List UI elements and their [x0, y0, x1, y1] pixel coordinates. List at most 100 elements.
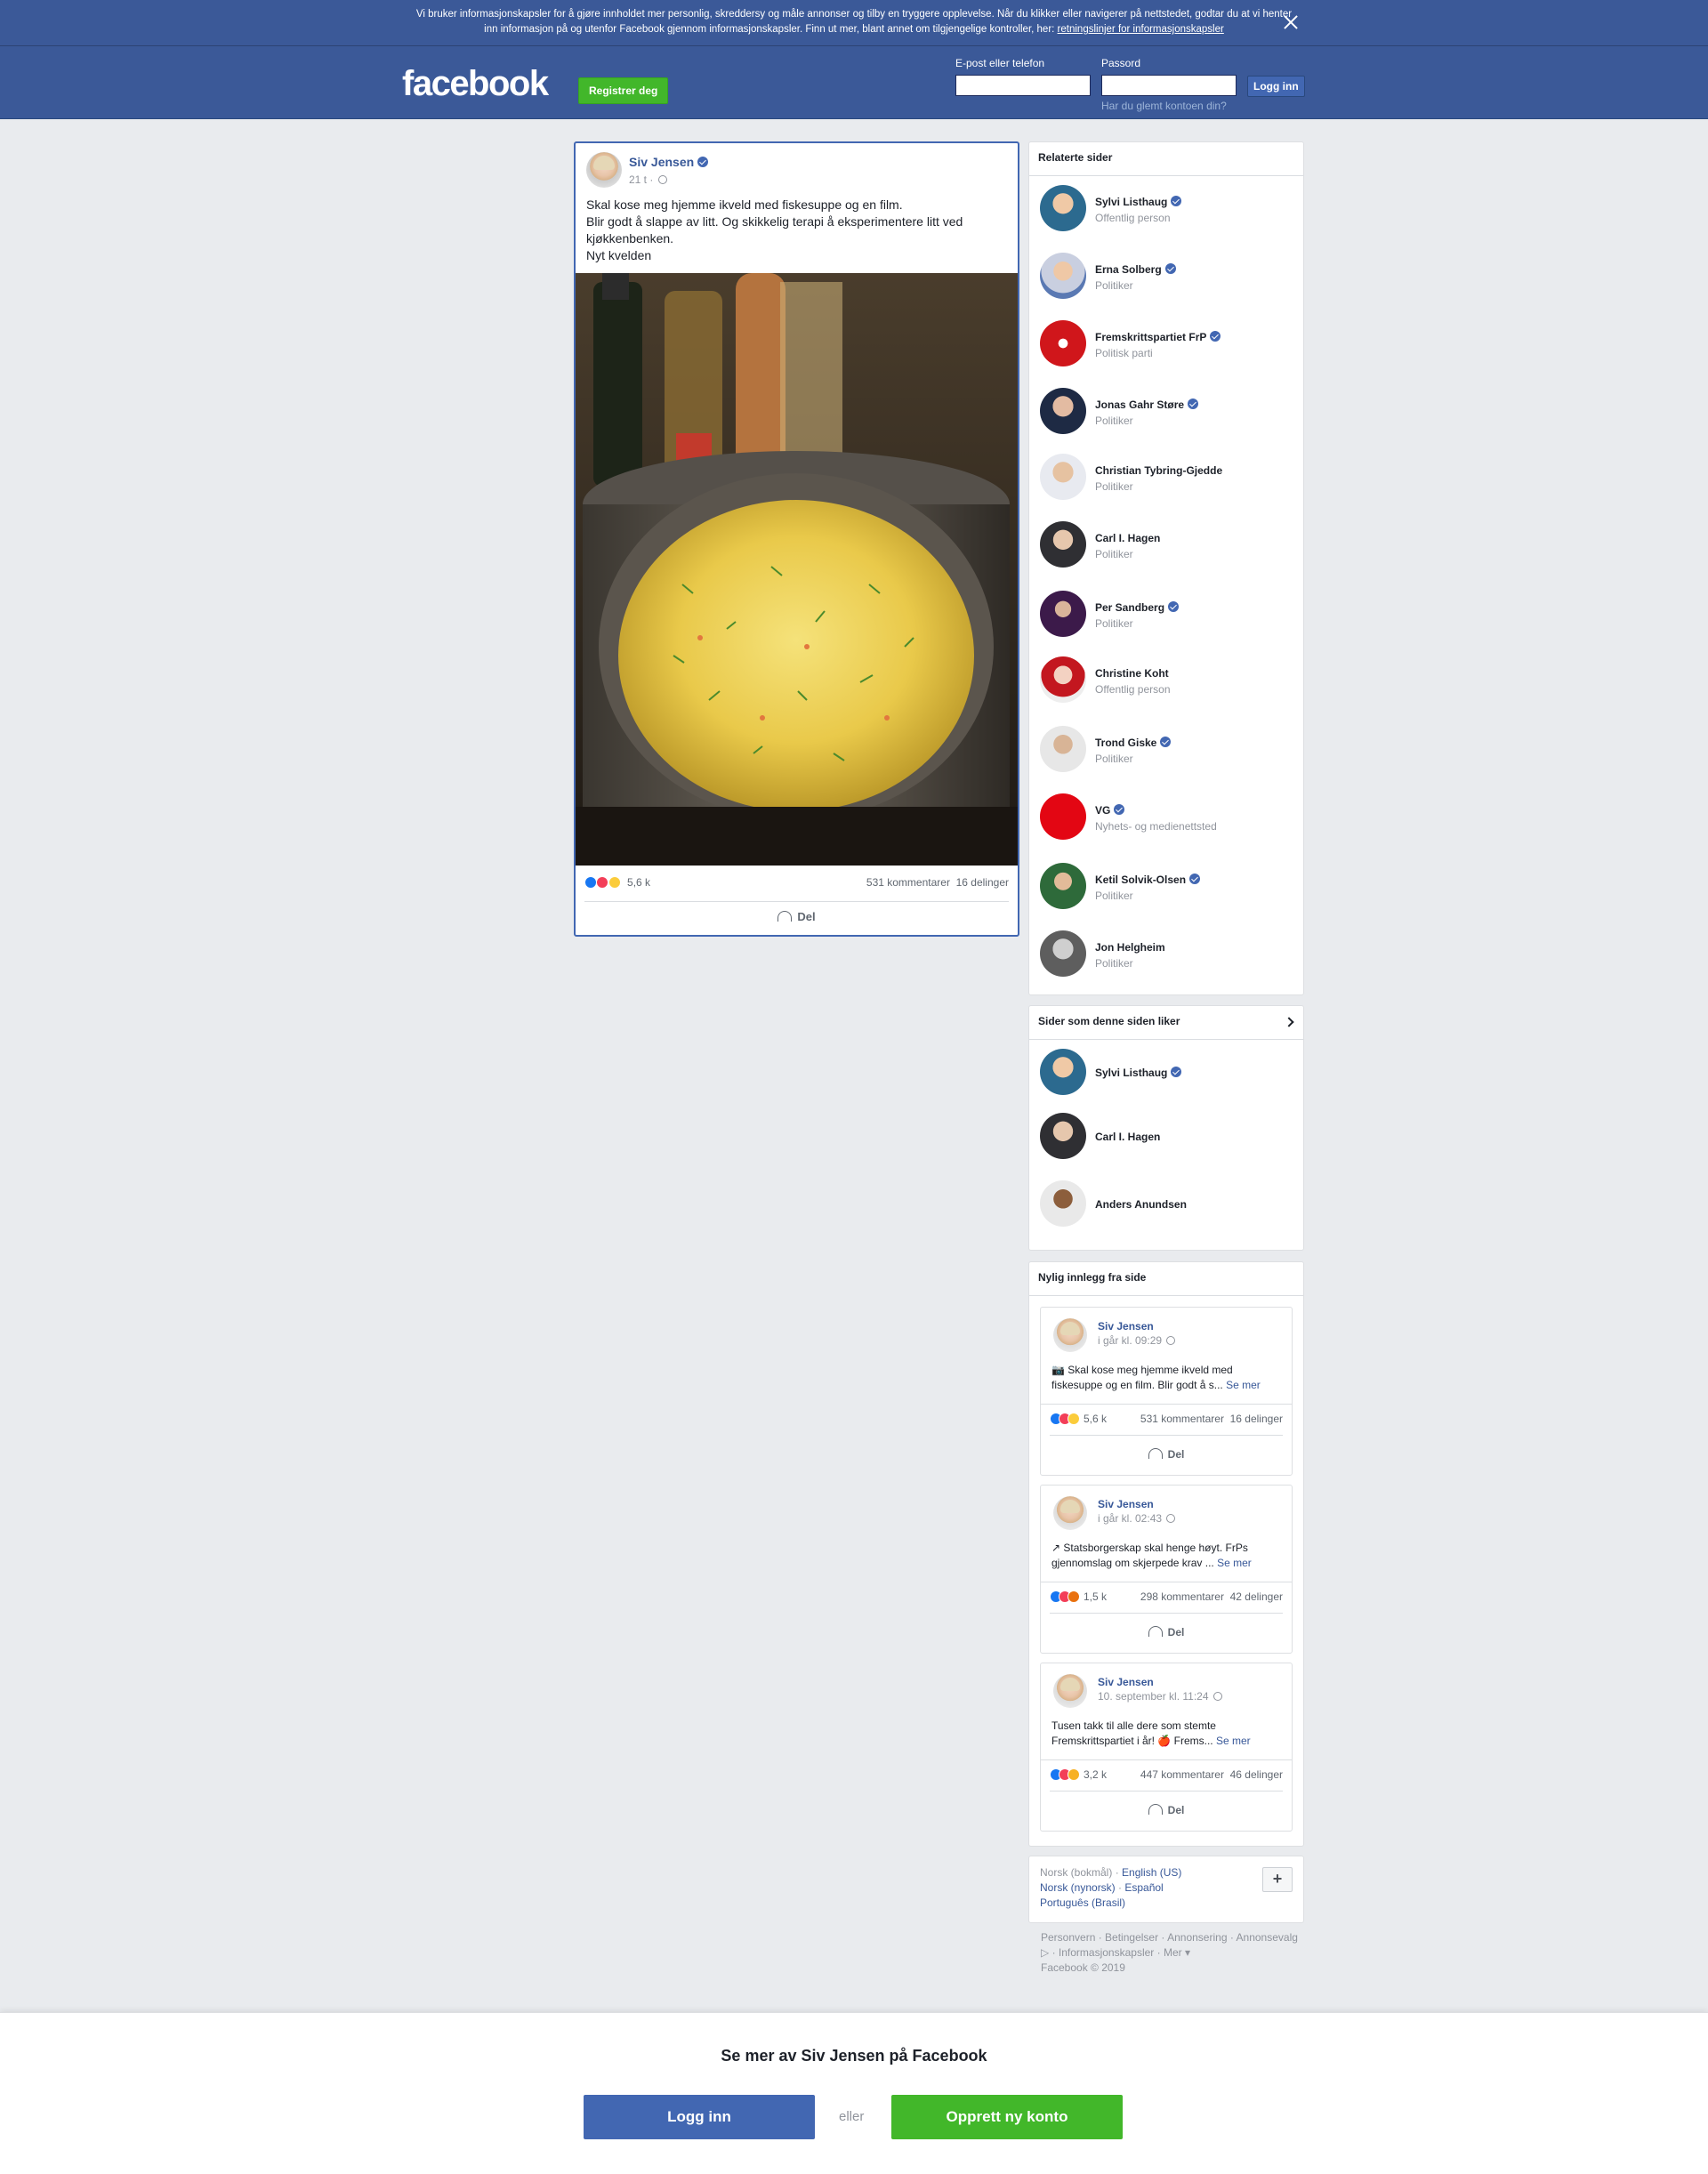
related-page-name[interactable]: Erna Solberg	[1095, 263, 1176, 276]
related-page-item[interactable]: Carl I. Hagen Politiker	[1040, 521, 1298, 571]
language-link[interactable]: Norsk (nynorsk)	[1040, 1881, 1116, 1894]
recent-post-author[interactable]: Siv Jensen	[1098, 1320, 1154, 1333]
forgot-account-link[interactable]: Har du glemt kontoen din?	[1101, 100, 1227, 112]
email-field[interactable]	[955, 75, 1091, 96]
avatar[interactable]	[1040, 388, 1086, 434]
avatar[interactable]	[1040, 320, 1086, 366]
avatar[interactable]	[1040, 726, 1086, 772]
reaction-summary[interactable]: 3,2 k	[1050, 1768, 1107, 1781]
avatar[interactable]	[1053, 1496, 1087, 1530]
liked-page-name[interactable]: Carl I. Hagen	[1095, 1131, 1160, 1143]
more-languages-button[interactable]: +	[1262, 1867, 1293, 1892]
recent-post-author[interactable]: Siv Jensen	[1098, 1498, 1154, 1510]
post-author[interactable]: Siv Jensen	[629, 155, 709, 169]
share-button[interactable]: Del	[576, 910, 1018, 923]
related-page-name[interactable]: VG	[1095, 804, 1125, 817]
avatar[interactable]	[1040, 253, 1086, 299]
footer-link[interactable]: Annonsevalg	[1237, 1931, 1298, 1944]
share-button[interactable]: Del	[1041, 1804, 1292, 1816]
related-page-name[interactable]: Ketil Solvik-Olsen	[1095, 874, 1201, 886]
share-count[interactable]: 16 delinger	[956, 876, 1009, 889]
comment-count[interactable]: 531 kommentarer	[866, 876, 950, 889]
liked-pages-title[interactable]: Sider som denne siden liker	[1029, 1006, 1303, 1040]
avatar[interactable]	[1040, 863, 1086, 909]
avatar[interactable]	[1040, 930, 1086, 977]
language-link[interactable]: English (US)	[1122, 1866, 1181, 1879]
related-page-item[interactable]: Christine Koht Offentlig person	[1040, 656, 1298, 706]
avatar[interactable]	[586, 152, 622, 188]
liked-page-name[interactable]: Sylvi Listhaug	[1095, 1067, 1182, 1079]
related-page-item[interactable]: Jon Helgheim Politiker	[1040, 930, 1298, 980]
reaction-summary[interactable]: 5,6 k	[584, 876, 650, 890]
language-link[interactable]: Português (Brasil)	[1040, 1896, 1125, 1909]
password-field[interactable]	[1101, 75, 1237, 96]
avatar[interactable]	[1053, 1674, 1087, 1708]
comment-count[interactable]: 447 kommentarer	[1140, 1768, 1224, 1781]
related-page-item[interactable]: Christian Tybring-Gjedde Politiker	[1040, 454, 1298, 503]
recent-post-author[interactable]: Siv Jensen	[1098, 1676, 1154, 1688]
avatar[interactable]	[1040, 185, 1086, 231]
avatar[interactable]	[1040, 1049, 1086, 1095]
recent-post-card[interactable]: Siv Jensen i går kl. 02:43 ↗ Statsborgers…	[1040, 1485, 1293, 1654]
avatar[interactable]	[1040, 521, 1086, 568]
recent-post-timestamp[interactable]: i går kl. 09:29	[1098, 1334, 1176, 1347]
footer-link[interactable]: Personvern	[1041, 1931, 1095, 1944]
close-icon[interactable]	[1281, 12, 1301, 32]
share-count[interactable]: 46 delinger	[1230, 1768, 1283, 1781]
footer-link[interactable]: Mer	[1164, 1946, 1182, 1959]
avatar[interactable]	[1053, 1318, 1087, 1352]
see-more-link[interactable]: Se mer	[1226, 1379, 1261, 1391]
cookie-policy-link[interactable]: retningslinjer for informasjonskapsler	[1058, 24, 1224, 35]
related-page-item[interactable]: Fremskrittspartiet FrP Politisk parti	[1040, 320, 1298, 370]
related-page-item[interactable]: VG Nyhets- og medienettsted	[1040, 793, 1298, 843]
liked-page-item[interactable]: Sylvi Listhaug	[1040, 1049, 1298, 1099]
facebook-logo[interactable]: facebook	[402, 64, 549, 104]
chevron-right-icon[interactable]	[1284, 1017, 1294, 1027]
related-page-name[interactable]: Per Sandberg	[1095, 601, 1180, 614]
share-button[interactable]: Del	[1041, 1448, 1292, 1461]
related-page-name[interactable]: Jonas Gahr Støre	[1095, 399, 1199, 411]
see-more-link[interactable]: Se mer	[1216, 1735, 1251, 1747]
see-more-link[interactable]: Se mer	[1217, 1557, 1252, 1569]
footer-link[interactable]: Informasjonskapsler	[1059, 1946, 1154, 1959]
language-link[interactable]: Español	[1124, 1881, 1163, 1894]
bottom-login-button[interactable]: Logg inn	[584, 2095, 815, 2139]
related-page-name[interactable]: Carl I. Hagen	[1095, 532, 1160, 544]
footer-link[interactable]: Betingelser	[1105, 1931, 1158, 1944]
share-button[interactable]: Del	[1041, 1626, 1292, 1639]
comment-count[interactable]: 531 kommentarer	[1140, 1413, 1224, 1425]
related-page-name[interactable]: Fremskrittspartiet FrP	[1095, 331, 1221, 343]
related-page-item[interactable]: Erna Solberg Politiker	[1040, 253, 1298, 302]
liked-page-item[interactable]: Anders Anundsen	[1040, 1180, 1298, 1230]
register-button[interactable]: Registrer deg	[578, 77, 669, 104]
liked-page-item[interactable]: Carl I. Hagen	[1040, 1113, 1298, 1163]
related-page-item[interactable]: Ketil Solvik-Olsen Politiker	[1040, 863, 1298, 913]
avatar[interactable]	[1040, 1180, 1086, 1227]
reaction-summary[interactable]: 1,5 k	[1050, 1590, 1107, 1603]
related-page-item[interactable]: Sylvi Listhaug Offentlig person	[1040, 185, 1298, 235]
create-account-button[interactable]: Opprett ny konto	[891, 2095, 1123, 2139]
avatar[interactable]	[1040, 793, 1086, 840]
avatar[interactable]	[1040, 656, 1086, 703]
recent-post-timestamp[interactable]: i går kl. 02:43	[1098, 1512, 1176, 1525]
share-count[interactable]: 16 delinger	[1230, 1413, 1283, 1425]
related-page-item[interactable]: Trond Giske Politiker	[1040, 726, 1298, 776]
share-count[interactable]: 42 delinger	[1230, 1590, 1283, 1603]
related-page-name[interactable]: Christine Koht	[1095, 667, 1169, 680]
comment-count[interactable]: 298 kommentarer	[1140, 1590, 1224, 1603]
recent-post-card[interactable]: Siv Jensen i går kl. 09:29 📷 Skal kose me…	[1040, 1307, 1293, 1476]
related-page-item[interactable]: Jonas Gahr Støre Politiker	[1040, 388, 1298, 438]
related-page-name[interactable]: Christian Tybring-Gjedde	[1095, 464, 1222, 477]
recent-post-card[interactable]: Siv Jensen 10. september kl. 11:24 Tusen …	[1040, 1663, 1293, 1832]
login-button[interactable]: Logg inn	[1247, 76, 1305, 97]
related-page-name[interactable]: Jon Helgheim	[1095, 941, 1165, 954]
reaction-summary[interactable]: 5,6 k	[1050, 1413, 1107, 1425]
liked-page-name[interactable]: Anders Anundsen	[1095, 1198, 1187, 1211]
avatar[interactable]	[1040, 1113, 1086, 1159]
post-photo-fish-soup[interactable]	[576, 273, 1018, 866]
related-page-item[interactable]: Per Sandberg Politiker	[1040, 591, 1298, 640]
recent-post-timestamp[interactable]: 10. september kl. 11:24	[1098, 1690, 1222, 1703]
avatar[interactable]	[1040, 454, 1086, 500]
post-timestamp[interactable]: 21 t ·	[629, 173, 667, 186]
footer-link[interactable]: Annonsering	[1167, 1931, 1227, 1944]
